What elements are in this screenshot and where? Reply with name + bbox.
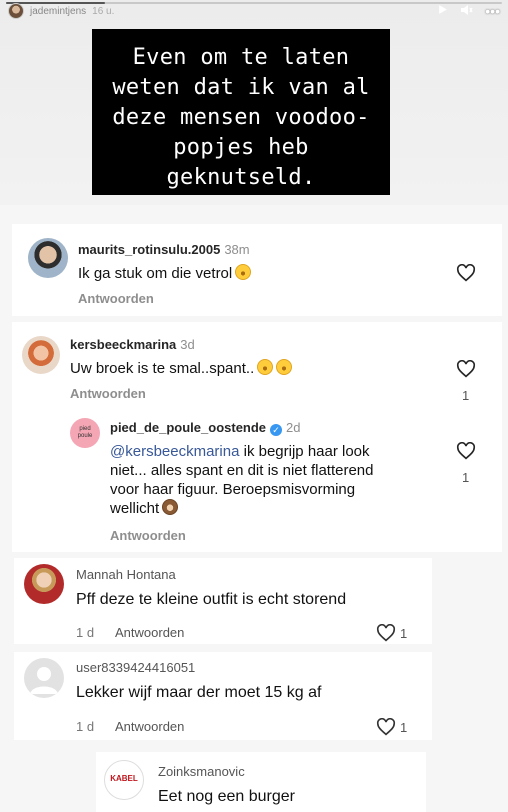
default-avatar-icon	[30, 667, 58, 694]
comment-text-line: ik begrijp haar look	[239, 443, 370, 460]
heart-icon[interactable]	[456, 360, 476, 378]
caption-line: deze mensen voodoo-	[112, 105, 370, 130]
story-avatar[interactable]	[8, 3, 24, 19]
surprised-emoji-icon	[257, 359, 274, 375]
play-icon[interactable]	[437, 4, 448, 18]
comment-text-line: wellicht	[110, 500, 160, 517]
comment-text: @kersbeeckmarina ik begrijp haar look ni…	[110, 442, 440, 518]
comment-text: Lekker wijf maar der moet 15 kg af	[76, 684, 322, 701]
comment-username[interactable]: user8339424416051	[76, 660, 195, 675]
comment-text-value: Uw broek is te smal..spant..	[70, 360, 255, 377]
comment-text: Uw broek is te smal..spant..	[70, 359, 293, 378]
more-icon[interactable]: •••	[485, 3, 500, 19]
heart-icon[interactable]	[456, 442, 476, 460]
comment-username-text[interactable]: kersbeeckmarina	[70, 337, 176, 352]
comment-card: maurits_rotinsulu.2005 38m Ik ga stuk om …	[12, 224, 502, 316]
reply-button[interactable]: Antwoorden	[110, 528, 186, 543]
avatar[interactable]	[22, 336, 60, 374]
comment-time: 3d	[180, 337, 195, 352]
caption-line: Even om te laten	[132, 45, 350, 70]
comment-text-line: voor haar figuur. Beroepsmisvorming	[110, 481, 356, 498]
avatar[interactable]	[24, 564, 64, 604]
heart-icon[interactable]	[376, 624, 396, 642]
story-header: jademintjens 16 u. •••	[0, 0, 508, 22]
comment-card: KABEL Zoinksmanovic Eet nog een burger	[96, 752, 426, 812]
comment-text-line: niet... alles spant en dit is niet flatt…	[110, 462, 374, 479]
comment-text: Ik ga stuk om die vetrol	[78, 264, 252, 283]
comment-card: Mannah Hontana Pff deze te kleine outfit…	[14, 558, 432, 644]
comment-username-text[interactable]: maurits_rotinsulu.2005	[78, 242, 220, 257]
comment-username-text[interactable]: pied_de_poule_oostende	[110, 420, 266, 435]
laughing-emoji-icon	[276, 359, 293, 375]
comment-username[interactable]: pied_de_poule_oostende ✓ 2d	[110, 420, 301, 436]
caption-line: popjes heb	[173, 135, 309, 160]
comment-card: kersbeeckmarina 3d Uw broek is te smal..s…	[12, 322, 502, 552]
comment-time: 1 d	[76, 719, 95, 734]
laughing-emoji-icon	[235, 264, 252, 280]
mute-icon[interactable]	[460, 4, 473, 19]
comment-text-value: Ik ga stuk om die vetrol	[78, 265, 233, 282]
heart-icon[interactable]	[376, 718, 396, 736]
verified-badge-icon: ✓	[270, 424, 283, 436]
reply-button[interactable]: Antwoorden	[70, 386, 146, 401]
comment-text: Pff deze te kleine outfit is echt storen…	[76, 591, 347, 608]
story-username[interactable]: jademintjens	[30, 6, 86, 17]
comment-time: 1 d	[76, 625, 95, 640]
monkey-emoji-icon	[162, 499, 179, 515]
reply-button[interactable]: Antwoorden	[115, 719, 184, 734]
avatar[interactable]: pied poule	[70, 418, 100, 448]
like-count: 1	[462, 470, 470, 485]
heart-icon[interactable]	[456, 264, 476, 282]
comment-card: user8339424416051 Lekker wijf maar der m…	[14, 652, 432, 740]
comment-username[interactable]: kersbeeckmarina 3d	[70, 337, 195, 352]
comment-username[interactable]: Zoinksmanovic	[158, 764, 245, 779]
story-time: 16 u.	[92, 5, 115, 17]
like-count: 1	[462, 388, 470, 403]
like-count: 1	[400, 626, 408, 641]
caption-line: geknutseld.	[166, 165, 316, 190]
avatar[interactable]	[24, 658, 64, 698]
comment-username[interactable]: maurits_rotinsulu.2005 38m	[78, 242, 250, 257]
reply-button[interactable]: Antwoorden	[115, 625, 184, 640]
like-count: 1	[400, 720, 408, 735]
avatar-logo: pied poule	[77, 426, 93, 439]
caption-line: weten dat ik van al	[112, 75, 370, 100]
comment-text: Eet nog een burger	[158, 788, 295, 805]
comment-time: 2d	[286, 420, 301, 435]
comment-username[interactable]: Mannah Hontana	[76, 567, 176, 582]
story-caption: Even om te laten weten dat ik van al dez…	[92, 29, 390, 195]
avatar[interactable]: KABEL	[104, 760, 144, 800]
avatar-logo: KABEL	[110, 774, 138, 783]
mention-link[interactable]: @kersbeeckmarina	[110, 443, 239, 460]
comment-time: 38m	[224, 242, 250, 257]
avatar[interactable]	[28, 238, 68, 278]
reply-button[interactable]: Antwoorden	[78, 291, 154, 306]
